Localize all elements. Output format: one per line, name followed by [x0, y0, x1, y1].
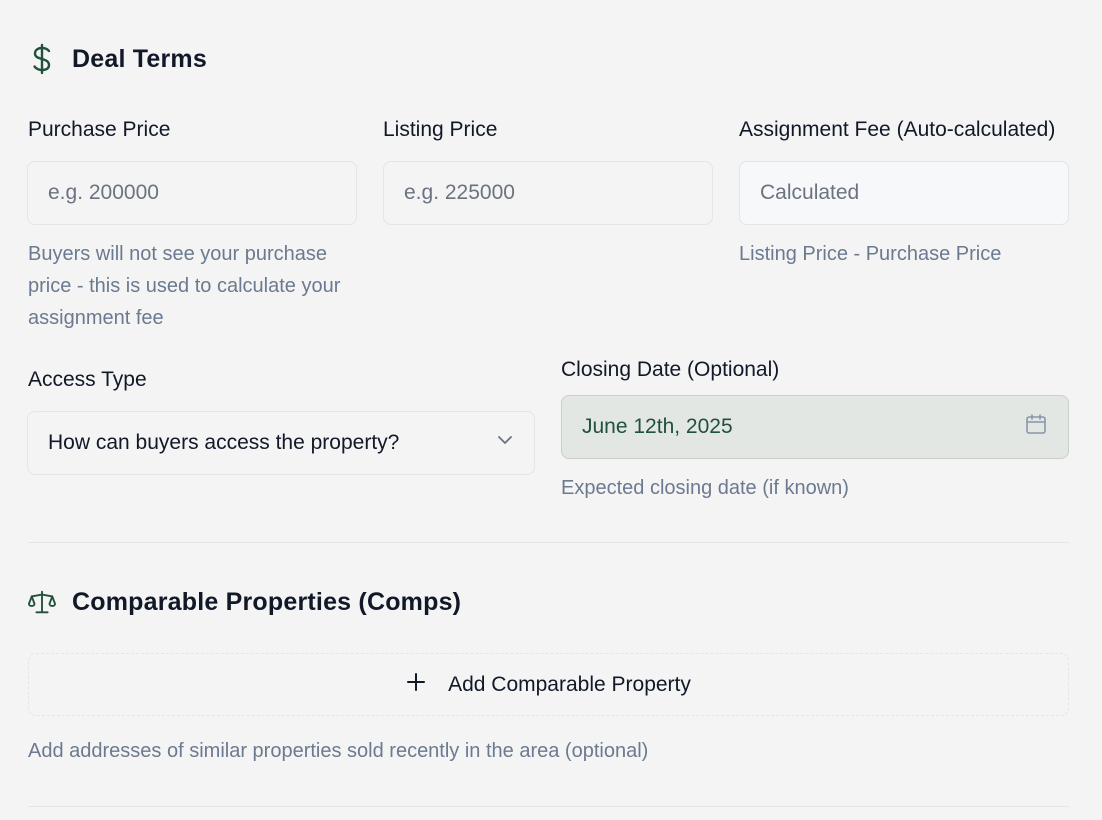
- purchase-price-placeholder: e.g. 200000: [48, 181, 159, 204]
- comps-header: Comparable Properties (Comps): [28, 587, 461, 617]
- assignment-fee-hint: Listing Price - Purchase Price: [739, 243, 1002, 265]
- bottom-divider: [28, 806, 1069, 807]
- closing-date-picker[interactable]: June 12th, 2025: [561, 395, 1069, 459]
- dollar-sign-icon: [28, 43, 56, 75]
- scale-icon: [28, 587, 56, 617]
- closing-date-label: Closing Date (Optional): [561, 358, 780, 381]
- deal-form: Deal Terms Purchase Price e.g. 200000 Bu…: [0, 0, 1102, 820]
- assignment-fee-placeholder: Calculated: [760, 181, 860, 204]
- deal-terms-title: Deal Terms: [72, 44, 207, 73]
- assignment-fee-label: Assignment Fee (Auto-calculated): [739, 118, 1056, 141]
- comps-title: Comparable Properties (Comps): [72, 587, 462, 616]
- assignment-fee-input: Calculated: [739, 161, 1069, 225]
- chevron-down-icon: [496, 431, 514, 455]
- purchase-price-label: Purchase Price: [28, 118, 171, 141]
- plus-icon: [406, 672, 426, 698]
- closing-date-value: June 12th, 2025: [582, 415, 733, 438]
- calendar-icon: [1024, 412, 1048, 442]
- access-type-label: Access Type: [28, 368, 147, 391]
- add-comparable-property-button[interactable]: Add Comparable Property: [28, 653, 1069, 716]
- listing-price-placeholder: e.g. 225000: [404, 181, 515, 204]
- purchase-price-input[interactable]: e.g. 200000: [27, 161, 357, 225]
- deal-terms-header: Deal Terms: [28, 43, 207, 75]
- listing-price-label: Listing Price: [383, 118, 498, 141]
- add-comparable-property-label: Add Comparable Property: [448, 672, 691, 696]
- access-type-value: How can buyers access the property?: [48, 431, 400, 454]
- comps-hint: Add addresses of similar properties sold…: [28, 740, 649, 762]
- section-divider: [28, 542, 1069, 543]
- purchase-price-hint: Buyers will not see your purchase price …: [28, 243, 341, 329]
- closing-date-hint: Expected closing date (if known): [561, 477, 849, 499]
- listing-price-input[interactable]: e.g. 225000: [383, 161, 713, 225]
- access-type-select[interactable]: How can buyers access the property?: [27, 411, 535, 475]
